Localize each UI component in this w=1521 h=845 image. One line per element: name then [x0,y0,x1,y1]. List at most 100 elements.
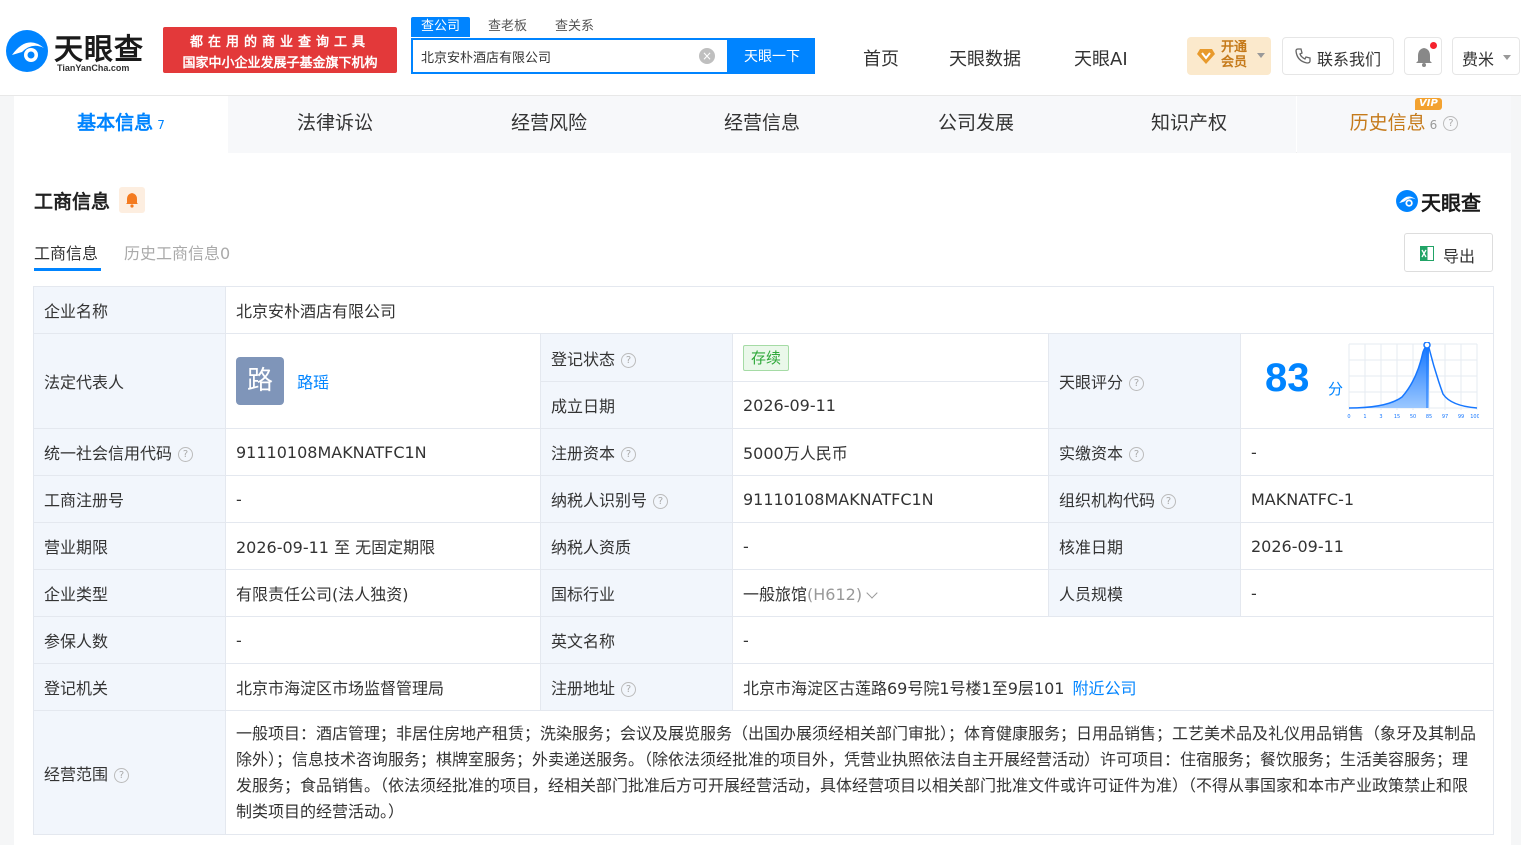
biz-term-value: 2026-09-11 至 无固定期限 [225,522,541,570]
brand-watermark: 天眼查 [1395,187,1495,215]
legal-rep-link[interactable]: 路瑶 [297,373,329,392]
reg-status-cell: 存续 [732,333,1049,382]
svg-text:85: 85 [1426,414,1432,420]
english-name-value: - [732,616,1494,664]
table-row: 工商注册号 - 纳税人识别号? 91110108MAKNATFC1N 组织机构代… [33,475,1494,523]
contact-label: 联系我们 [1317,50,1382,69]
staff-size-label: 人员规模 [1048,569,1241,617]
nearby-companies-link[interactable]: 附近公司 [1072,679,1136,698]
reg-address-label: 注册地址? [540,663,733,711]
help-icon[interactable]: ? [653,494,669,509]
help-icon[interactable]: ? [621,682,637,697]
slogan-line1: 都在用的商业查询工具 [189,35,370,50]
reg-address-value: 北京市海淀区古莲路69号院1号楼1至9层101 [743,679,1065,698]
search-button[interactable]: 天眼一下 [729,38,815,74]
search-tab-boss[interactable]: 查老板 [478,17,537,37]
reg-authority-value: 北京市海淀区市场监督管理局 [225,663,541,711]
nav-tianyan-ai[interactable]: 天眼AI [1074,45,1128,71]
search-tab-company[interactable]: 查公司 [411,17,471,37]
scope-value: 一般项目：酒店管理；非居住房地产租赁；洗染服务；会议及展览服务（出国办展须经相关… [225,710,1494,835]
unread-dot [1430,42,1437,49]
top-header: 天眼查 TianYanCha.com 都在用的商业查询工具 国家中小企业发展子基… [0,0,1521,96]
subtab-history-business-info[interactable]: 历史工商信息0 [124,240,230,264]
industry-value: 一般旅馆 [743,585,808,604]
tab-legal[interactable]: 法律诉讼 [228,96,442,153]
approve-date-value: 2026-09-11 [1240,522,1494,570]
company-type-value: 有限责任公司(法人独资) [225,569,541,617]
svg-text:15: 15 [1394,414,1400,420]
clear-icon[interactable]: × [699,48,715,64]
scope-label: 经营范围? [33,710,226,835]
user-menu-button[interactable]: 费米 [1452,37,1520,75]
open-vip-button[interactable]: 开通 会员 [1187,37,1271,75]
org-code-value: MAKNATFC-1 [1240,475,1494,523]
legal-rep-label: 法定代表人 [33,333,226,429]
avatar[interactable]: 路 [236,357,284,405]
tianyancha-logo[interactable]: 天眼查 TianYanCha.com [4,24,154,76]
user-name: 费米 [1462,50,1495,69]
monitor-button[interactable] [119,187,145,213]
found-date-value: 2026-09-11 [732,381,1049,429]
help-icon[interactable]: ? [621,447,637,462]
svg-text:50: 50 [1410,414,1416,420]
search-box: × [411,38,729,74]
table-row: 法定代表人 路 路瑶 登记状态? 存续 天眼评分? 83 分 0 1 3 15 … [33,333,1494,429]
table-row: 企业类型 有限责任公司(法人独资) 国标行业 一般旅馆(H612) 人员规模 - [33,569,1494,617]
score-value: 83 [1265,356,1310,400]
reg-capital-value: 5000万人民币 [732,428,1049,476]
biz-term-label: 营业期限 [33,522,226,570]
tab-development[interactable]: 公司发展 [869,96,1083,153]
table-row: 经营范围? 一般项目：酒店管理；非居住房地产租赁；洗染服务；会议及展览服务（出国… [33,710,1494,835]
insured-value: - [225,616,541,664]
export-button[interactable]: 导出 [1404,233,1493,272]
vip-label: 开通 会员 [1221,40,1248,70]
score-unit: 分 [1328,380,1344,398]
svg-text:1: 1 [1363,414,1366,420]
contact-us-button[interactable]: 联系我们 [1282,37,1394,75]
svg-text:0: 0 [1347,414,1350,420]
paid-capital-value: - [1240,428,1494,476]
help-icon[interactable]: ? [114,767,130,783]
reg-address-cell: 北京市海淀区古莲路69号院1号楼1至9层101 附近公司 [732,663,1494,711]
score-distribution-chart[interactable]: 0 1 3 15 50 85 97 99 100 [1347,342,1479,422]
tab-ip[interactable]: 知识产权 [1082,96,1296,153]
logo-eye-icon [1396,190,1418,212]
tab-basic-info[interactable]: 基本信息 7 [14,96,228,153]
diamond-icon [1197,49,1215,64]
slogan-line2: 国家中小企业发展子基金旗下机构 [182,56,378,71]
taxpayer-qual-value: - [732,522,1049,570]
nav-tianyan-data[interactable]: 天眼数据 [949,45,1021,71]
svg-text:100: 100 [1470,414,1479,420]
table-row: 企业名称 北京安朴酒店有限公司 [33,286,1494,334]
svg-text:3: 3 [1379,414,1382,420]
search-input[interactable] [421,40,691,72]
reg-capital-label: 注册资本? [540,428,733,476]
help-icon[interactable]: ? [621,352,637,368]
help-icon[interactable]: ? [1129,376,1145,391]
section-title: 工商信息 [34,191,111,213]
notification-button[interactable] [1404,37,1442,75]
chevron-down-icon[interactable] [866,587,878,599]
credit-code-value: 91110108MAKNATFC1N [225,428,541,476]
company-type-label: 企业类型 [33,569,226,617]
reg-no-label: 工商注册号 [33,475,226,523]
bell-icon [126,193,138,208]
tab-risk[interactable]: 经营风险 [442,96,656,153]
excel-icon [1420,246,1434,261]
subtab-business-info[interactable]: 工商信息 [34,240,98,264]
help-icon[interactable]: ? [178,447,194,462]
nav-home[interactable]: 首页 [863,45,899,71]
table-row: 营业期限 2026-09-11 至 无固定期限 纳税人资质 - 核准日期 202… [33,522,1494,570]
tab-history[interactable]: 历史信息 6 ? [1297,96,1511,153]
vip-badge: VIP [1415,98,1442,110]
brand-text: 天眼查 [1421,191,1481,215]
score-label: 天眼评分? [1048,333,1241,429]
industry-cell[interactable]: 一般旅馆(H612) [732,569,1049,617]
help-icon[interactable]: ? [1443,116,1459,131]
help-icon[interactable]: ? [1161,494,1177,509]
credit-code-label: 统一社会信用代码? [33,428,226,476]
search-tab-relation[interactable]: 查关系 [545,17,604,37]
help-icon[interactable]: ? [1129,447,1145,462]
table-row: 参保人数 - 英文名称 - [33,616,1494,664]
tab-operation[interactable]: 经营信息 [655,96,869,153]
